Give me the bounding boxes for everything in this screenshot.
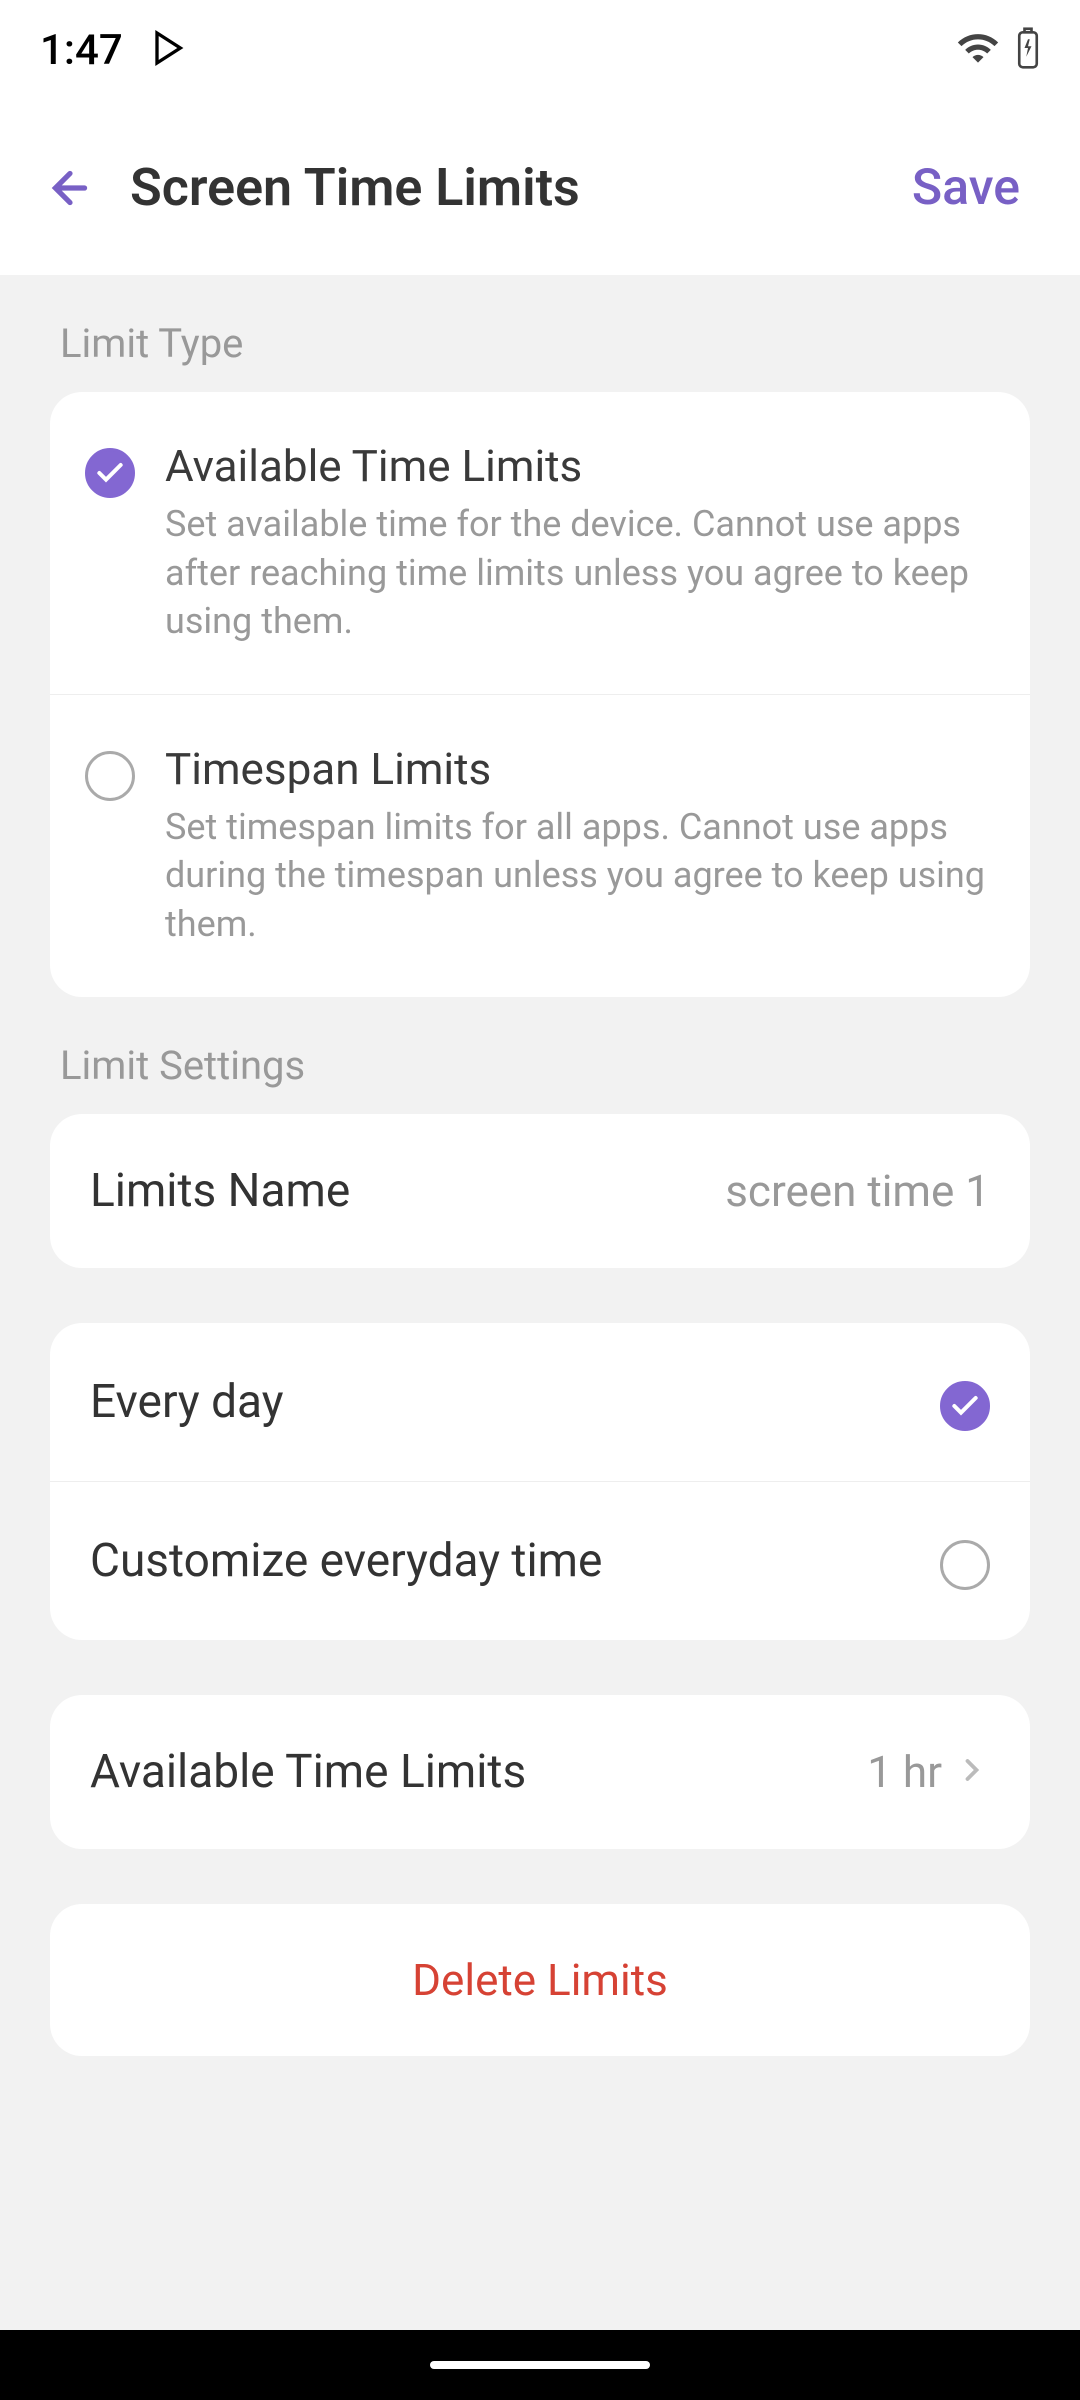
limits-name-row[interactable]: Limits Name screen time 1	[50, 1114, 1030, 1268]
radio-unchecked-icon	[940, 1540, 990, 1590]
delete-limits-button[interactable]: Delete Limits	[50, 1904, 1030, 2056]
save-button[interactable]: Save	[892, 149, 1040, 227]
chevron-right-icon	[954, 1752, 990, 1792]
available-time-value: 1 hr	[867, 1746, 942, 1798]
customize-label: Customize everyday time	[90, 1534, 602, 1588]
limits-name-card: Limits Name screen time 1	[50, 1114, 1030, 1268]
radio-unchecked-icon	[85, 751, 135, 801]
radio-checked-icon	[85, 448, 135, 498]
back-button[interactable]	[40, 158, 100, 218]
option-timespan-limits[interactable]: Timespan Limits Set timespan limits for …	[50, 694, 1030, 997]
every-day-label: Every day	[90, 1375, 284, 1429]
available-time-label: Available Time Limits	[90, 1745, 526, 1799]
every-day-row[interactable]: Every day	[50, 1323, 1030, 1481]
option-desc: Set timespan limits for all apps. Cannot…	[165, 803, 995, 949]
section-limit-type-header: Limit Type	[0, 275, 1080, 392]
available-time-row[interactable]: Available Time Limits 1 hr	[50, 1695, 1030, 1849]
play-store-icon	[147, 28, 187, 72]
page-title: Screen Time Limits	[130, 157, 892, 218]
header: Screen Time Limits Save	[0, 100, 1080, 275]
option-available-time-limits[interactable]: Available Time Limits Set available time…	[50, 392, 1030, 694]
status-bar: 1:47	[0, 0, 1080, 100]
schedule-card: Every day Customize everyday time	[50, 1323, 1030, 1640]
option-title: Timespan Limits	[165, 743, 995, 795]
battery-icon	[1016, 27, 1040, 73]
nav-bar	[0, 2330, 1080, 2400]
limit-type-card: Available Time Limits Set available time…	[50, 392, 1030, 997]
option-desc: Set available time for the device. Canno…	[165, 500, 995, 646]
customize-row[interactable]: Customize everyday time	[50, 1481, 1030, 1640]
radio-checked-icon	[940, 1381, 990, 1431]
section-limit-settings-header: Limit Settings	[0, 997, 1080, 1114]
limits-name-value: screen time 1	[725, 1165, 990, 1217]
status-time: 1:47	[40, 26, 123, 75]
delete-label: Delete Limits	[412, 1954, 668, 2006]
wifi-icon	[956, 26, 1000, 74]
option-title: Available Time Limits	[165, 440, 995, 492]
nav-handle[interactable]	[430, 2361, 650, 2369]
available-time-card: Available Time Limits 1 hr	[50, 1695, 1030, 1849]
limits-name-label: Limits Name	[90, 1164, 350, 1218]
